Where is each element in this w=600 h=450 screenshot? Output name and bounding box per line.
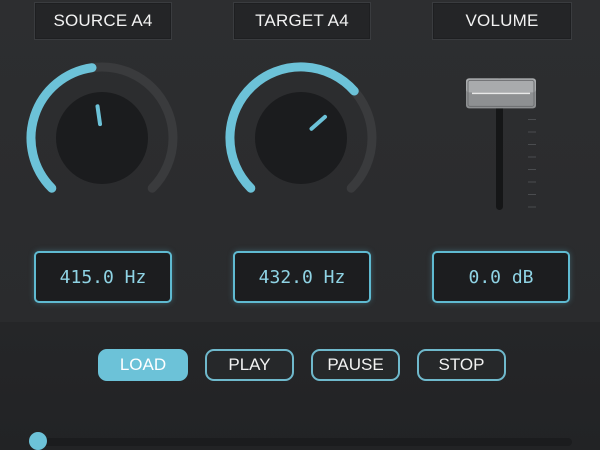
load-button[interactable]: LOAD xyxy=(98,349,188,381)
source-a4-header: SOURCE A4 xyxy=(34,2,172,40)
volume-fader[interactable] xyxy=(458,68,548,218)
knob-pointer xyxy=(95,104,103,127)
stop-button[interactable]: STOP xyxy=(417,349,506,381)
target-a4-readout: 432.0 Hz xyxy=(233,251,371,303)
volume-readout: 0.0 dB xyxy=(432,251,570,303)
knob-dial-icon xyxy=(255,92,347,184)
fader-handle-icon[interactable] xyxy=(466,78,536,109)
pause-button[interactable]: PAUSE xyxy=(311,349,400,381)
seek-thumb-icon[interactable] xyxy=(29,432,47,450)
volume-header: VOLUME xyxy=(432,2,572,40)
source-a4-knob[interactable] xyxy=(22,58,182,218)
play-button[interactable]: PLAY xyxy=(205,349,294,381)
transport-panel xyxy=(0,322,600,450)
source-a4-readout: 415.0 Hz xyxy=(34,251,172,303)
target-a4-header: TARGET A4 xyxy=(233,2,371,40)
seek-bar[interactable] xyxy=(30,438,572,446)
target-a4-knob[interactable] xyxy=(221,58,381,218)
knob-dial-icon xyxy=(56,92,148,184)
